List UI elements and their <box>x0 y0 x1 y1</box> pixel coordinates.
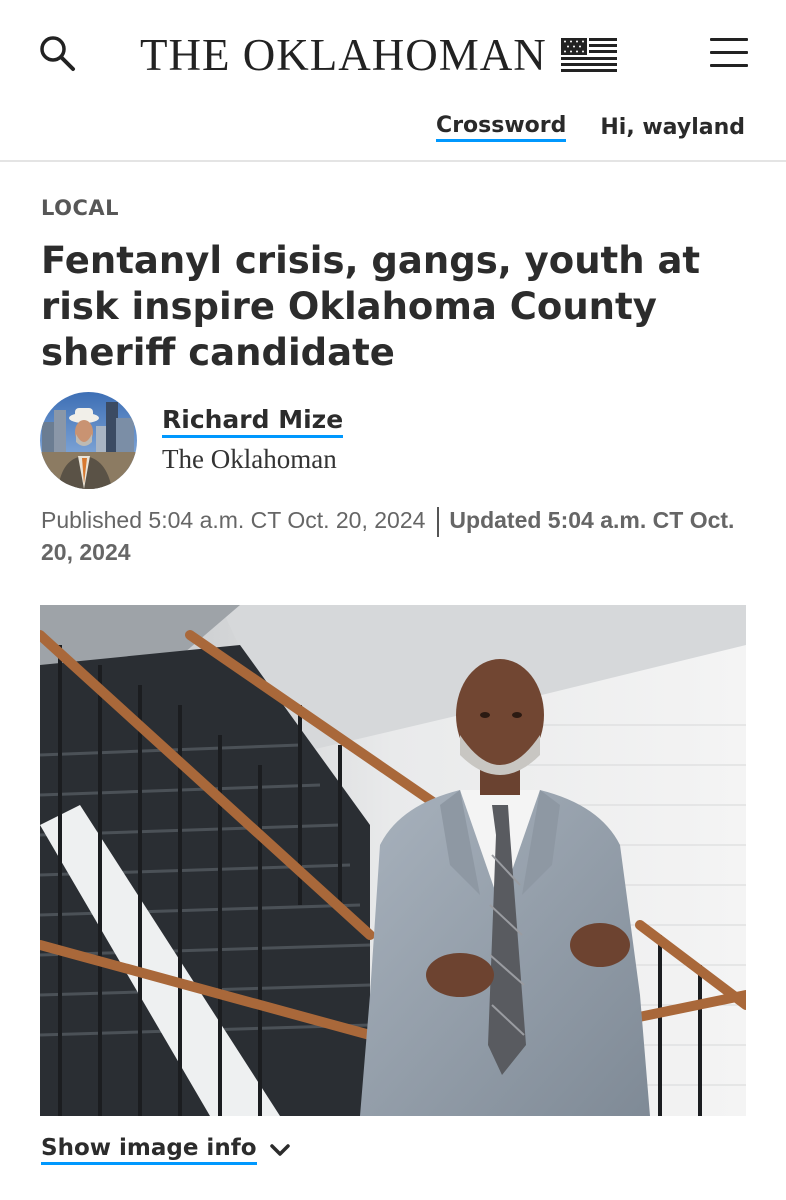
header-links: Crossword Hi, wayland <box>436 113 745 142</box>
section-label[interactable]: LOCAL <box>41 196 119 220</box>
hero-image[interactable] <box>40 605 746 1116</box>
article-headline: Fentanyl crisis, gangs, youth at risk in… <box>41 239 701 374</box>
hamburger-menu-icon <box>710 38 748 67</box>
logo-text: THE OKLAHOMAN <box>140 30 547 80</box>
account-greeting[interactable]: Hi, wayland <box>600 115 745 140</box>
author-avatar[interactable] <box>40 392 137 489</box>
site-header: THE OKLAHOMAN Crossword Hi, wayland <box>0 0 786 162</box>
menu-button[interactable] <box>710 38 748 68</box>
show-image-info-button[interactable]: Show image info <box>41 1134 291 1165</box>
dateline-divider <box>437 506 440 537</box>
author-organization: The Oklahoman <box>162 444 337 474</box>
search-icon <box>40 36 75 71</box>
site-logo[interactable]: THE OKLAHOMAN <box>140 30 617 80</box>
search-button[interactable] <box>38 34 78 74</box>
dateline: Published 5:04 a.m. CT Oct. 20, 2024 Upda… <box>41 505 741 568</box>
chevron-down-icon <box>269 1143 290 1156</box>
author-name-link[interactable]: Richard Mize <box>162 405 344 438</box>
crossword-link[interactable]: Crossword <box>436 113 567 142</box>
flag-logo-icon <box>560 38 617 72</box>
show-image-info-label: Show image info <box>41 1134 257 1165</box>
published-date: Published 5:04 a.m. CT Oct. 20, 2024 <box>41 507 426 533</box>
